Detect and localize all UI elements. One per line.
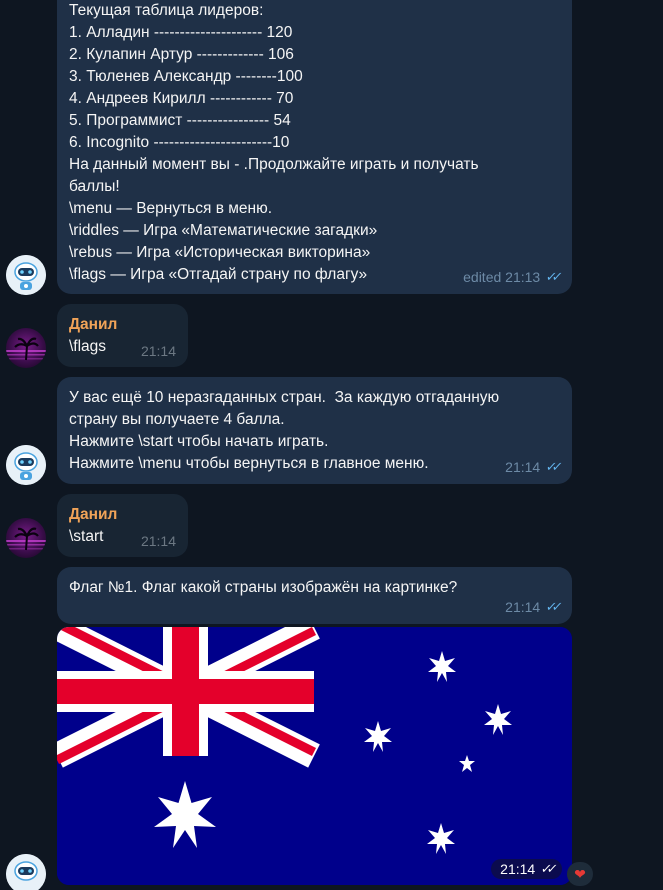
user-avatar[interactable] xyxy=(6,518,46,558)
message-line: \rebus — Игра «Историческая викторина» xyxy=(69,244,371,261)
palm-sunset-icon xyxy=(6,337,46,361)
message-line: 3. Тюленев Александр --------100 xyxy=(69,68,303,85)
message-leaderboard[interactable]: Текущая таблица лидеров: 1. Алладин ----… xyxy=(57,0,572,294)
message-meta: 21:14 ✓✓ xyxy=(505,596,560,618)
heart-reaction-icon[interactable]: ❤ xyxy=(567,862,593,886)
message-meta: edited 21:13 ✓✓ xyxy=(463,266,560,288)
message-user-start[interactable]: Данил \start 21:14 xyxy=(57,494,188,557)
double-check-icon: ✓✓ xyxy=(544,599,560,614)
robot-icon xyxy=(6,445,46,485)
sender-name[interactable]: Данил xyxy=(69,504,176,526)
message-time: 21:14 xyxy=(140,343,176,359)
message-time: 21:14 xyxy=(140,533,176,549)
message-line: Нажмите \start чтобы начать играть. xyxy=(69,433,329,450)
message-line: баллы! xyxy=(69,178,120,195)
user-avatar[interactable] xyxy=(6,328,46,368)
message-bot-intro[interactable]: У вас ещё 10 неразгаданных стран. За каж… xyxy=(57,377,572,484)
message-line: 1. Алладин --------------------- 120 xyxy=(69,24,293,41)
message-line: На данный момент вы - .Продолжайте играт… xyxy=(69,156,479,173)
message-line: 4. Андреев Кирилл ------------ 70 xyxy=(69,90,294,107)
bot-avatar[interactable] xyxy=(6,445,46,485)
chat-history[interactable]: Текущая таблица лидеров: 1. Алладин ----… xyxy=(0,0,663,890)
double-check-icon: ✓✓ xyxy=(539,861,555,876)
double-check-icon: ✓✓ xyxy=(544,269,560,284)
message-line: 6. Incognito -----------------------10 xyxy=(69,134,290,151)
bot-avatar[interactable] xyxy=(6,854,46,890)
bot-avatar[interactable] xyxy=(6,255,46,295)
message-line: У вас ещё 10 неразгаданных стран. За каж… xyxy=(69,389,500,406)
double-check-icon: ✓✓ xyxy=(544,459,560,474)
message-time: 21:14 xyxy=(505,459,541,475)
message-line: 5. Программист ---------------- 54 xyxy=(69,112,291,129)
message-line: \riddles — Игра «Математические загадки» xyxy=(69,222,378,239)
australia-flag-icon xyxy=(57,627,572,885)
message-time: edited 21:13 xyxy=(463,269,541,285)
robot-icon xyxy=(6,255,46,295)
message-time: 21:14 xyxy=(500,861,536,877)
palm-sunset-icon xyxy=(6,527,46,551)
message-meta: 21:14 xyxy=(141,530,176,552)
message-line: Нажмите \menu чтобы вернуться в главное … xyxy=(69,455,429,472)
robot-icon xyxy=(6,854,46,890)
flag-image-message[interactable]: 21:14 ✓✓ xyxy=(57,627,572,885)
message-line: 2. Кулапин Артур ------------- 106 xyxy=(69,46,294,63)
message-line: страну вы получаете 4 балла. xyxy=(69,411,285,428)
message-line: \menu — Вернуться в меню. xyxy=(69,200,273,217)
sender-name[interactable]: Данил xyxy=(69,314,176,336)
message-user-flags[interactable]: Данил \flags 21:14 xyxy=(57,304,188,367)
message-meta: 21:14 ✓✓ xyxy=(505,456,560,478)
message-time: 21:14 xyxy=(505,599,541,615)
message-text: Флаг №1. Флаг какой страны изображён на … xyxy=(69,579,458,596)
message-meta: 21:14 xyxy=(141,340,176,362)
image-time-badge: 21:14 ✓✓ xyxy=(491,859,562,879)
message-bot-question[interactable]: Флаг №1. Флаг какой страны изображён на … xyxy=(57,567,572,624)
message-line: Текущая таблица лидеров: xyxy=(69,2,264,19)
